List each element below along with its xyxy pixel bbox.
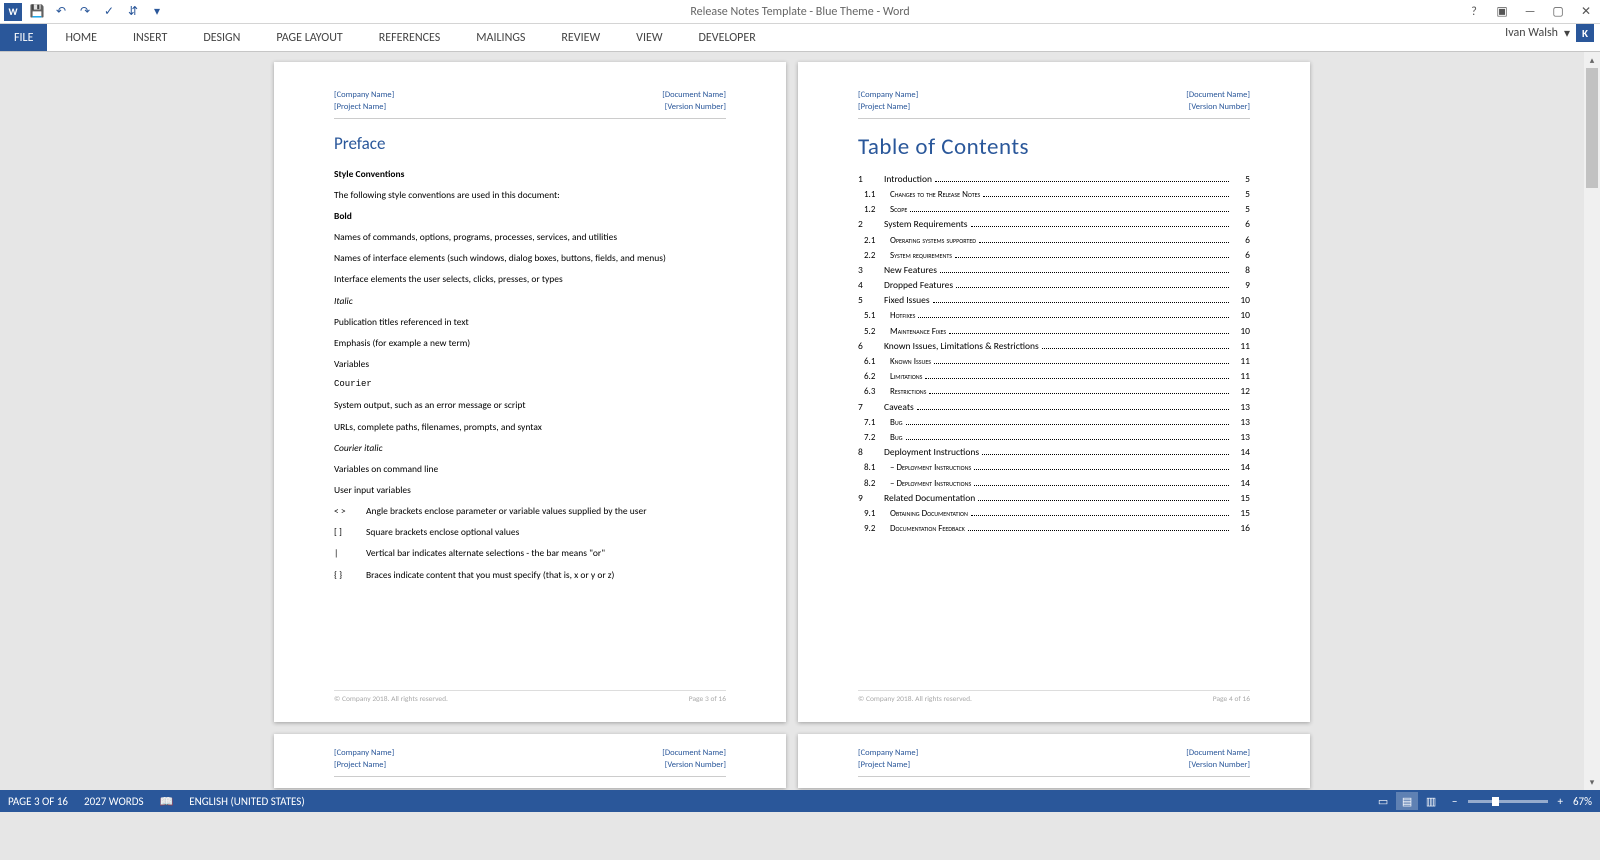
tab-review[interactable]: REVIEW [543, 24, 618, 51]
toc-entry[interactable]: 8.1 – Deployment Instructions14 [858, 461, 1250, 473]
web-layout-icon[interactable]: ▥ [1420, 792, 1442, 810]
user-name: Ivan Walsh [1505, 26, 1558, 40]
toc-entry[interactable]: 5.1Hotfixes10 [858, 309, 1250, 321]
vertical-scrollbar[interactable]: ▴ ▾ [1584, 52, 1600, 790]
tab-mailings[interactable]: MAILINGS [458, 24, 543, 51]
tab-references[interactable]: REFERENCES [361, 24, 459, 51]
user-badge: K [1576, 24, 1594, 42]
toc-entry[interactable]: 7.1Bug 13 [858, 416, 1250, 428]
scroll-up-icon[interactable]: ▴ [1584, 52, 1600, 68]
page-5-partial[interactable]: [Company Name][Project Name] [Document N… [274, 734, 786, 788]
tab-design[interactable]: DESIGN [185, 24, 258, 51]
tab-page-layout[interactable]: PAGE LAYOUT [258, 24, 360, 51]
page-6-partial[interactable]: [Company Name][Project Name] [Document N… [798, 734, 1310, 788]
print-layout-icon[interactable]: ▤ [1396, 792, 1418, 810]
toc-entry[interactable]: 3New Features8 [858, 264, 1250, 276]
page-4[interactable]: [Company Name][Project Name] [Document N… [798, 62, 1310, 722]
user-menu-chevron-icon: ▾ [1564, 26, 1570, 41]
preface-heading: Preface [334, 133, 726, 154]
undo-icon[interactable]: ↶ [52, 3, 70, 21]
status-words[interactable]: 2027 WORDS [84, 795, 144, 808]
window-title: Release Notes Template - Blue Theme - Wo… [690, 5, 909, 19]
scroll-down-icon[interactable]: ▾ [1584, 774, 1600, 790]
toc-entry[interactable]: 5Fixed Issues10 [858, 294, 1250, 306]
doc-header: [Company Name][Project Name] [Document N… [334, 748, 726, 777]
toc-entry[interactable]: 7.2Bug 13 [858, 431, 1250, 443]
tab-home[interactable]: HOME [47, 24, 115, 51]
toc-entry[interactable]: 1Introduction5 [858, 173, 1250, 185]
toc-entry[interactable]: 2.1Operating systems supported6 [858, 234, 1250, 246]
read-mode-icon[interactable]: ▭ [1372, 792, 1394, 810]
zoom-in-icon[interactable]: + [1558, 795, 1563, 808]
status-page[interactable]: PAGE 3 OF 16 [8, 795, 68, 808]
toc-entry[interactable]: 1.2Scope5 [858, 203, 1250, 215]
toc-entry[interactable]: 5.2Maintenance Fixes10 [858, 325, 1250, 337]
proofing-icon[interactable]: 📖 [160, 795, 174, 808]
zoom-out-icon[interactable]: − [1452, 795, 1457, 808]
toc-entry[interactable]: 2.2System requirements6 [858, 249, 1250, 261]
toc-list: 1Introduction5 1.1Changes to the Release … [858, 173, 1250, 538]
quick-access-toolbar: W 💾 ↶ ↷ ✓ ⇵ ▾ [0, 3, 166, 21]
doc-header: [Company Name][Project Name] [Document N… [858, 90, 1250, 119]
document-workspace[interactable]: [Company Name][Project Name] [Document N… [0, 52, 1584, 790]
tab-view[interactable]: VIEW [618, 24, 680, 51]
tab-insert[interactable]: INSERT [115, 24, 185, 51]
qat-customize-icon[interactable]: ▾ [148, 3, 166, 21]
zoom-slider[interactable] [1468, 800, 1548, 803]
title-bar: W 💾 ↶ ↷ ✓ ⇵ ▾ Release Notes Template - B… [0, 0, 1600, 24]
status-language[interactable]: ENGLISH (UNITED STATES) [189, 795, 304, 808]
toc-entry[interactable]: 1.1Changes to the Release Notes5 [858, 188, 1250, 200]
save-icon[interactable]: 💾 [28, 3, 46, 21]
toc-entry[interactable]: 4Dropped Features9 [858, 279, 1250, 291]
window-controls: ? ▣ — ▢ ✕ [1460, 0, 1600, 24]
doc-header: [Company Name][Project Name] [Document N… [858, 748, 1250, 777]
toc-entry[interactable]: 8Deployment Instructions14 [858, 446, 1250, 458]
close-icon[interactable]: ✕ [1572, 0, 1600, 24]
help-icon[interactable]: ? [1460, 0, 1488, 24]
toc-entry[interactable]: 6.3Restrictions12 [858, 385, 1250, 397]
word-app-icon[interactable]: W [4, 3, 22, 21]
minimize-icon[interactable]: — [1516, 0, 1544, 24]
doc-header: [Company Name][Project Name] [Document N… [334, 90, 726, 119]
file-tab[interactable]: FILE [0, 24, 47, 51]
toc-entry[interactable]: 9.2Documentation Feedback16 [858, 522, 1250, 534]
doc-footer: © Company 2018. All rights reserved.Page… [334, 690, 726, 704]
scroll-thumb[interactable] [1586, 68, 1598, 188]
toc-heading: Table of Contents [858, 133, 1250, 161]
toc-entry[interactable]: 8.2 – Deployment Instructions14 [858, 477, 1250, 489]
zoom-level[interactable]: 67% [1573, 795, 1592, 808]
ribbon-tabs: FILE HOMEINSERTDESIGNPAGE LAYOUTREFERENC… [0, 24, 1600, 52]
page-3[interactable]: [Company Name][Project Name] [Document N… [274, 62, 786, 722]
toc-entry[interactable]: 6.2Limitations11 [858, 370, 1250, 382]
toc-entry[interactable]: 7Caveats13 [858, 401, 1250, 413]
redo-icon[interactable]: ↷ [76, 3, 94, 21]
toc-entry[interactable]: 6.1Known Issues11 [858, 355, 1250, 367]
touch-mode-icon[interactable]: ⇵ [124, 3, 142, 21]
tab-developer[interactable]: DEVELOPER [681, 24, 774, 51]
toc-entry[interactable]: 9Related Documentation15 [858, 492, 1250, 504]
toc-entry[interactable]: 6Known Issues, Limitations & Restriction… [858, 340, 1250, 352]
view-buttons: ▭ ▤ ▥ [1372, 792, 1442, 810]
spellcheck-icon[interactable]: ✓ [100, 3, 118, 21]
toc-entry[interactable]: 9.1Obtaining Documentation15 [858, 507, 1250, 519]
ribbon-display-icon[interactable]: ▣ [1488, 0, 1516, 24]
doc-footer: © Company 2018. All rights reserved.Page… [858, 690, 1250, 704]
preface-body: Style Conventions The following style co… [334, 166, 726, 588]
maximize-icon[interactable]: ▢ [1544, 0, 1572, 24]
status-bar: PAGE 3 OF 16 2027 WORDS 📖 ENGLISH (UNITE… [0, 790, 1600, 812]
toc-entry[interactable]: 2System Requirements6 [858, 218, 1250, 230]
user-account[interactable]: Ivan Walsh ▾ K [1505, 24, 1594, 42]
